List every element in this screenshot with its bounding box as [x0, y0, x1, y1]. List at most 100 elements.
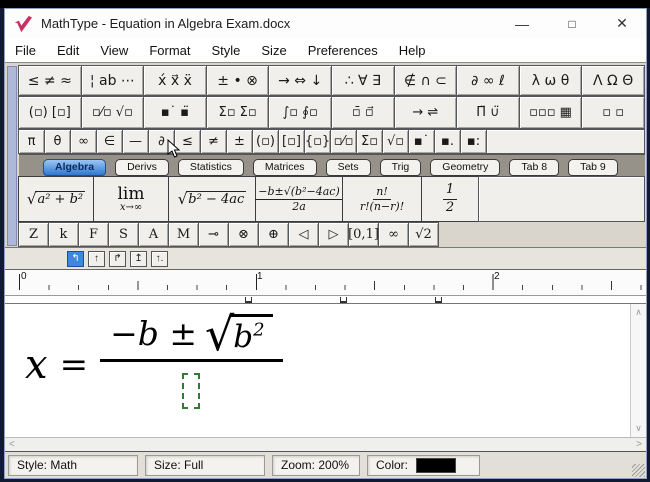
small-bar-button[interactable]: ▪: — [460, 129, 487, 154]
insert-arrow-button[interactable]: ↰ — [67, 251, 84, 267]
letter-symbol-button[interactable]: k — [48, 222, 79, 247]
letter-symbol-button[interactable]: √2 — [408, 222, 439, 247]
small-bar-button[interactable]: {▫} — [304, 129, 331, 154]
status-size[interactable]: Size: Full — [145, 455, 265, 476]
color-swatch[interactable] — [416, 458, 456, 473]
small-bar-button[interactable]: θ — [44, 129, 71, 154]
template-palette-button[interactable]: Π̈ ∪̈ — [456, 96, 520, 129]
symbol-palette-button[interactable]: ¦ ab ⋯ — [81, 65, 145, 96]
status-zoom[interactable]: Zoom: 200% — [272, 455, 360, 476]
menu-item[interactable]: Style — [211, 43, 240, 58]
palette-tab[interactable]: Trig — [380, 159, 422, 176]
small-bar-button[interactable]: (▫) — [252, 129, 279, 154]
palette-tab[interactable]: Sets — [326, 159, 371, 176]
template-palette-button[interactable]: ∫▫ ∮▫ — [268, 96, 332, 129]
palette-tab[interactable]: Statistics — [178, 159, 244, 176]
palette-tab[interactable]: Matrices — [253, 159, 317, 176]
template-palette-button[interactable]: ▫̄ ▫⃗ — [331, 96, 395, 129]
template-one-half[interactable]: 1 2 — [421, 176, 479, 222]
template-sqrt-a2-b2[interactable]: √a² + b² — [18, 176, 94, 222]
scroll-down-icon[interactable]: ∨ — [635, 423, 642, 434]
small-bar-button[interactable]: ≠ — [200, 129, 227, 154]
ruler[interactable]: 012 — [5, 269, 646, 296]
menu-item[interactable]: Preferences — [308, 43, 378, 58]
template-quadratic-formula[interactable]: −b±√(b²−4ac) 2a — [255, 176, 343, 222]
close-button[interactable]: ✕ — [614, 15, 630, 32]
menu-item[interactable]: Help — [399, 43, 426, 58]
palette-tab[interactable]: Derivs — [115, 159, 169, 176]
symbol-palette-button[interactable]: ∂ ∞ ℓ — [456, 65, 520, 96]
template-palette-button[interactable]: Σ▫ Σ▫ — [206, 96, 270, 129]
menu-item[interactable]: File — [15, 43, 36, 58]
horizontal-scrollbar[interactable]: < > — [5, 437, 646, 451]
scroll-left-icon[interactable]: < — [9, 439, 15, 450]
letter-symbol-button[interactable]: ⊕ — [258, 222, 289, 247]
empty-denominator-slot[interactable] — [182, 373, 200, 409]
small-bar-button[interactable]: ▫⁄▫ — [330, 129, 357, 154]
letter-symbol-button[interactable]: F — [78, 222, 109, 247]
symbol-palette-button[interactable]: x́ x⃗ ẍ — [143, 65, 207, 96]
resize-grip[interactable] — [632, 464, 645, 477]
maximize-button[interactable]: □ — [564, 17, 580, 31]
menu-item[interactable]: View — [100, 43, 128, 58]
small-bar-button[interactable]: π — [18, 129, 45, 154]
template-palette-button[interactable]: ▪˙ ▪̈ — [143, 96, 207, 129]
template-palette-button[interactable]: ▫⁄▫ √▫ — [81, 96, 145, 129]
letter-symbol-button[interactable]: S — [108, 222, 139, 247]
tab-stop-marker[interactable] — [340, 297, 347, 303]
small-bar-button[interactable]: ≤ — [174, 129, 201, 154]
vertical-scrollbar[interactable]: ∧ ∨ — [630, 304, 646, 437]
letter-symbol-button[interactable]: A — [138, 222, 169, 247]
template-combination[interactable]: n! r!(n−r)! — [342, 176, 422, 222]
letter-symbol-button[interactable]: ◁ — [288, 222, 319, 247]
equation-canvas[interactable]: x = −b ± √ b2 — [5, 304, 646, 437]
minimize-button[interactable]: — — [514, 16, 530, 32]
toolbar-drag-handle[interactable] — [7, 66, 17, 246]
template-palette-button[interactable]: ▫ ▫ — [581, 96, 645, 129]
template-limit[interactable]: lim x→∞ — [93, 176, 169, 222]
symbol-palette-button[interactable]: ≤ ≠ ≈ — [18, 65, 82, 96]
letter-symbol-button[interactable]: M — [168, 222, 199, 247]
small-bar-button[interactable]: Σ▫ — [356, 129, 383, 154]
small-bar-button[interactable]: — — [122, 129, 149, 154]
small-bar-button[interactable]: ∈ — [96, 129, 123, 154]
insert-arrow-button[interactable]: ↱ — [109, 251, 126, 267]
menu-item[interactable]: Size — [261, 43, 286, 58]
scroll-right-icon[interactable]: > — [636, 439, 642, 450]
symbol-palette-button[interactable]: ∴ ∀ ∃ — [331, 65, 395, 96]
small-bar-button[interactable]: ▪. — [434, 129, 461, 154]
small-bar-button[interactable]: ▪˙ — [408, 129, 435, 154]
status-color[interactable]: Color: — [367, 455, 480, 476]
palette-tab[interactable]: Geometry — [430, 159, 500, 176]
symbol-palette-button[interactable]: λ ω θ — [519, 65, 583, 96]
letter-symbol-button[interactable]: ∞ — [378, 222, 409, 247]
insert-arrow-button[interactable]: ↥ — [130, 251, 147, 267]
letter-symbol-button[interactable]: Z — [18, 222, 49, 247]
template-palette-button[interactable]: (▫) [▫] — [18, 96, 82, 129]
small-bar-button[interactable]: [▫] — [278, 129, 305, 154]
small-bar-button[interactable]: ± — [226, 129, 253, 154]
letter-symbol-button[interactable]: [0,1] — [348, 222, 379, 247]
symbol-palette-button[interactable]: → ⇔ ↓ — [268, 65, 332, 96]
letter-symbol-button[interactable]: ▷ — [318, 222, 349, 247]
insert-arrow-button[interactable]: ↑ — [88, 251, 105, 267]
scroll-up-icon[interactable]: ∧ — [635, 307, 642, 318]
menu-item[interactable]: Edit — [57, 43, 79, 58]
letter-symbol-button[interactable]: ⊸ — [198, 222, 229, 247]
template-discriminant[interactable]: √b² − 4ac — [168, 176, 256, 222]
palette-tab[interactable]: Algebra — [43, 159, 106, 176]
insert-arrow-button[interactable]: ↑. — [151, 251, 168, 267]
palette-tab[interactable]: Tab 9 — [568, 159, 618, 176]
tab-stop-marker[interactable] — [435, 297, 442, 303]
menu-item[interactable]: Format — [149, 43, 190, 58]
symbol-palette-button[interactable]: Λ Ω Θ — [581, 65, 645, 96]
letter-symbol-button[interactable]: ⊗ — [228, 222, 259, 247]
palette-tab[interactable]: Tab 8 — [509, 159, 559, 176]
status-style[interactable]: Style: Math — [8, 455, 138, 476]
symbol-palette-button[interactable]: ∉ ∩ ⊂ — [394, 65, 458, 96]
tab-stop-marker[interactable] — [245, 297, 252, 303]
small-bar-button[interactable]: ∞ — [70, 129, 97, 154]
template-palette-button[interactable]: → ⇌ — [394, 96, 458, 129]
small-bar-button[interactable]: ∂ — [148, 129, 175, 154]
small-bar-button[interactable]: √▫ — [382, 129, 409, 154]
